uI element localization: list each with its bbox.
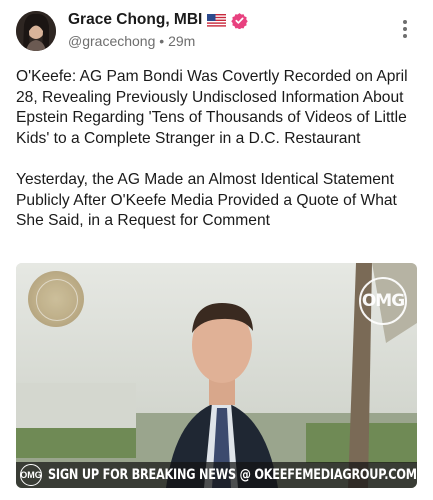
author-display-name[interactable]: Grace Chong, MBI bbox=[68, 11, 202, 29]
post-body: O'Keefe: AG Pam Bondi Was Covertly Recor… bbox=[16, 67, 421, 253]
omg-logo-icon: OMG bbox=[20, 464, 42, 486]
omg-watermark: OMG bbox=[359, 277, 407, 325]
author-name-row: Grace Chong, MBI bbox=[68, 11, 249, 29]
more-dot-icon bbox=[403, 20, 407, 24]
post-paragraph: O'Keefe: AG Pam Bondi Was Covertly Recor… bbox=[16, 68, 408, 147]
author-meta: @gracechong • 29m bbox=[68, 33, 195, 49]
doj-seal-icon bbox=[28, 271, 84, 327]
more-options-button[interactable] bbox=[400, 20, 410, 42]
meta-separator: • bbox=[159, 33, 165, 49]
banner-text: SIGN UP FOR BREAKING NEWS @ OKEEFEMEDIAG… bbox=[48, 467, 417, 483]
video-banner: OMG SIGN UP FOR BREAKING NEWS @ OKEEFEME… bbox=[16, 462, 417, 488]
avatar[interactable] bbox=[16, 11, 56, 51]
author-handle[interactable]: @gracechong bbox=[68, 33, 155, 49]
more-dot-icon bbox=[403, 27, 407, 31]
post-timestamp[interactable]: 29m bbox=[168, 33, 195, 49]
more-dot-icon bbox=[403, 34, 407, 38]
post-header: Grace Chong, MBI @gracechong • 29m bbox=[0, 0, 433, 60]
video-thumbnail[interactable]: OMG OMG SIGN UP FOR BREAKING NEWS @ OKEE… bbox=[16, 263, 417, 488]
post-paragraph: Yesterday, the AG Made an Almost Identic… bbox=[16, 171, 397, 229]
verified-badge-icon bbox=[231, 12, 249, 29]
us-flag-icon bbox=[207, 13, 227, 27]
